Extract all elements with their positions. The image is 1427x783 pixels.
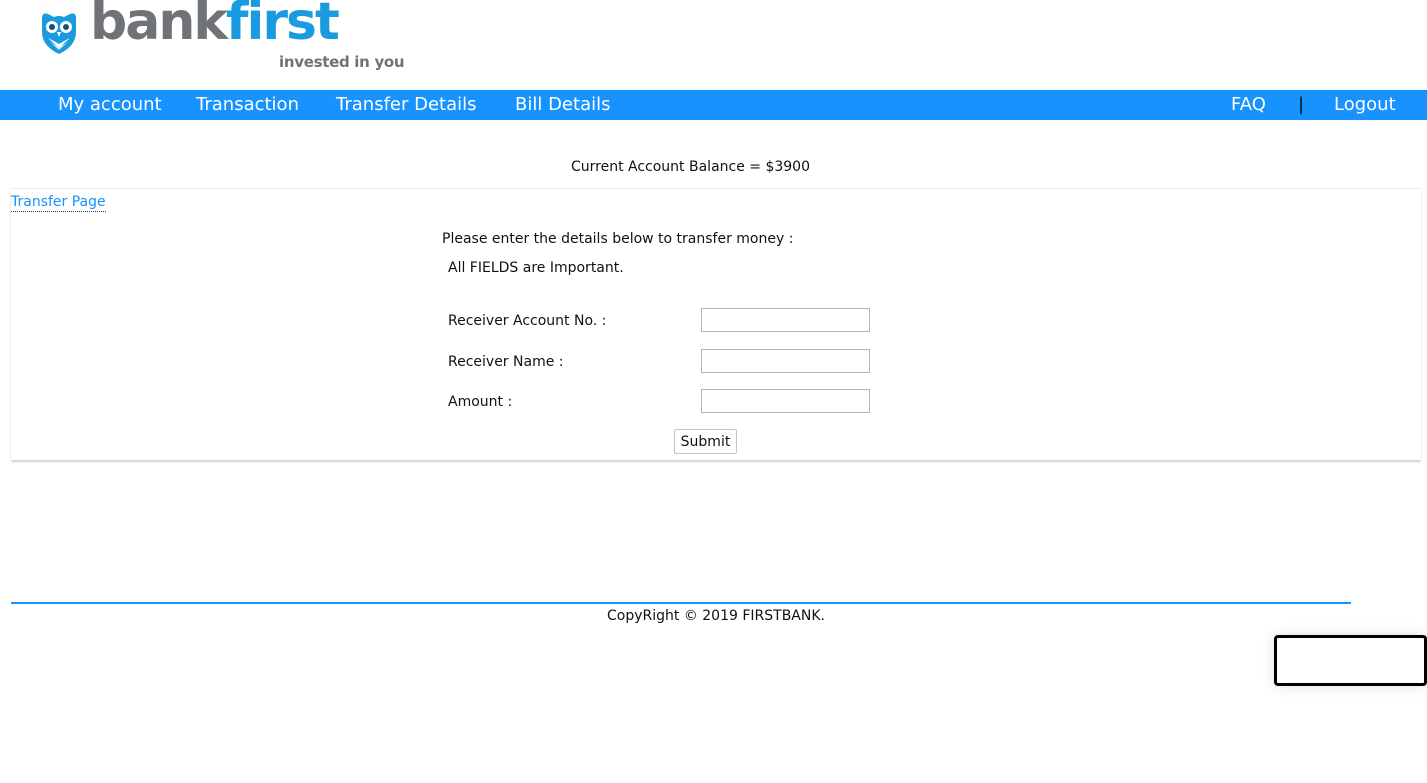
nav-separator: | bbox=[1298, 94, 1305, 115]
fields-required-note: All FIELDS are Important. bbox=[448, 260, 624, 276]
transfer-panel: Transfer Page Please enter the details b… bbox=[11, 188, 1421, 460]
copyright-text: CopyRight © 2019 FIRSTBANK. bbox=[607, 608, 825, 624]
account-balance: Current Account Balance = $3900 bbox=[570, 159, 810, 175]
bankfirst-logo[interactable]: bankfirst invested in you bbox=[36, 0, 436, 74]
nav-faq[interactable]: FAQ bbox=[1231, 94, 1266, 116]
nav-my-account[interactable]: My account bbox=[58, 94, 162, 116]
receiver-account-label: Receiver Account No. : bbox=[448, 313, 607, 329]
amount-label: Amount : bbox=[448, 394, 513, 410]
brand-wordmark: bankfirst bbox=[90, 0, 340, 48]
transfer-instruction: Please enter the details below to transf… bbox=[442, 231, 794, 247]
brand-name-first: first bbox=[225, 0, 340, 52]
footer-divider bbox=[11, 602, 1351, 604]
brand-tagline: invested in you bbox=[279, 53, 405, 71]
transfer-page-link[interactable]: Transfer Page bbox=[11, 193, 106, 212]
brand-name-bank: bank bbox=[90, 0, 228, 52]
submit-button[interactable]: Submit bbox=[674, 429, 737, 454]
main-navbar: My account Transaction Transfer Details … bbox=[0, 90, 1427, 120]
nav-logout[interactable]: Logout bbox=[1334, 94, 1396, 116]
nav-bill-details[interactable]: Bill Details bbox=[515, 94, 610, 116]
receiver-name-label: Receiver Name : bbox=[448, 354, 564, 370]
bank-page: bankfirst invested in you My account Tra… bbox=[0, 0, 1427, 783]
nav-transfer-details[interactable]: Transfer Details bbox=[336, 94, 477, 116]
nav-transaction[interactable]: Transaction bbox=[196, 94, 299, 116]
receiver-account-input[interactable] bbox=[701, 308, 870, 332]
amount-input[interactable] bbox=[701, 389, 870, 413]
owl-logo-icon bbox=[42, 13, 76, 54]
receiver-name-input[interactable] bbox=[701, 349, 870, 373]
floating-widget-box[interactable] bbox=[1274, 635, 1427, 686]
